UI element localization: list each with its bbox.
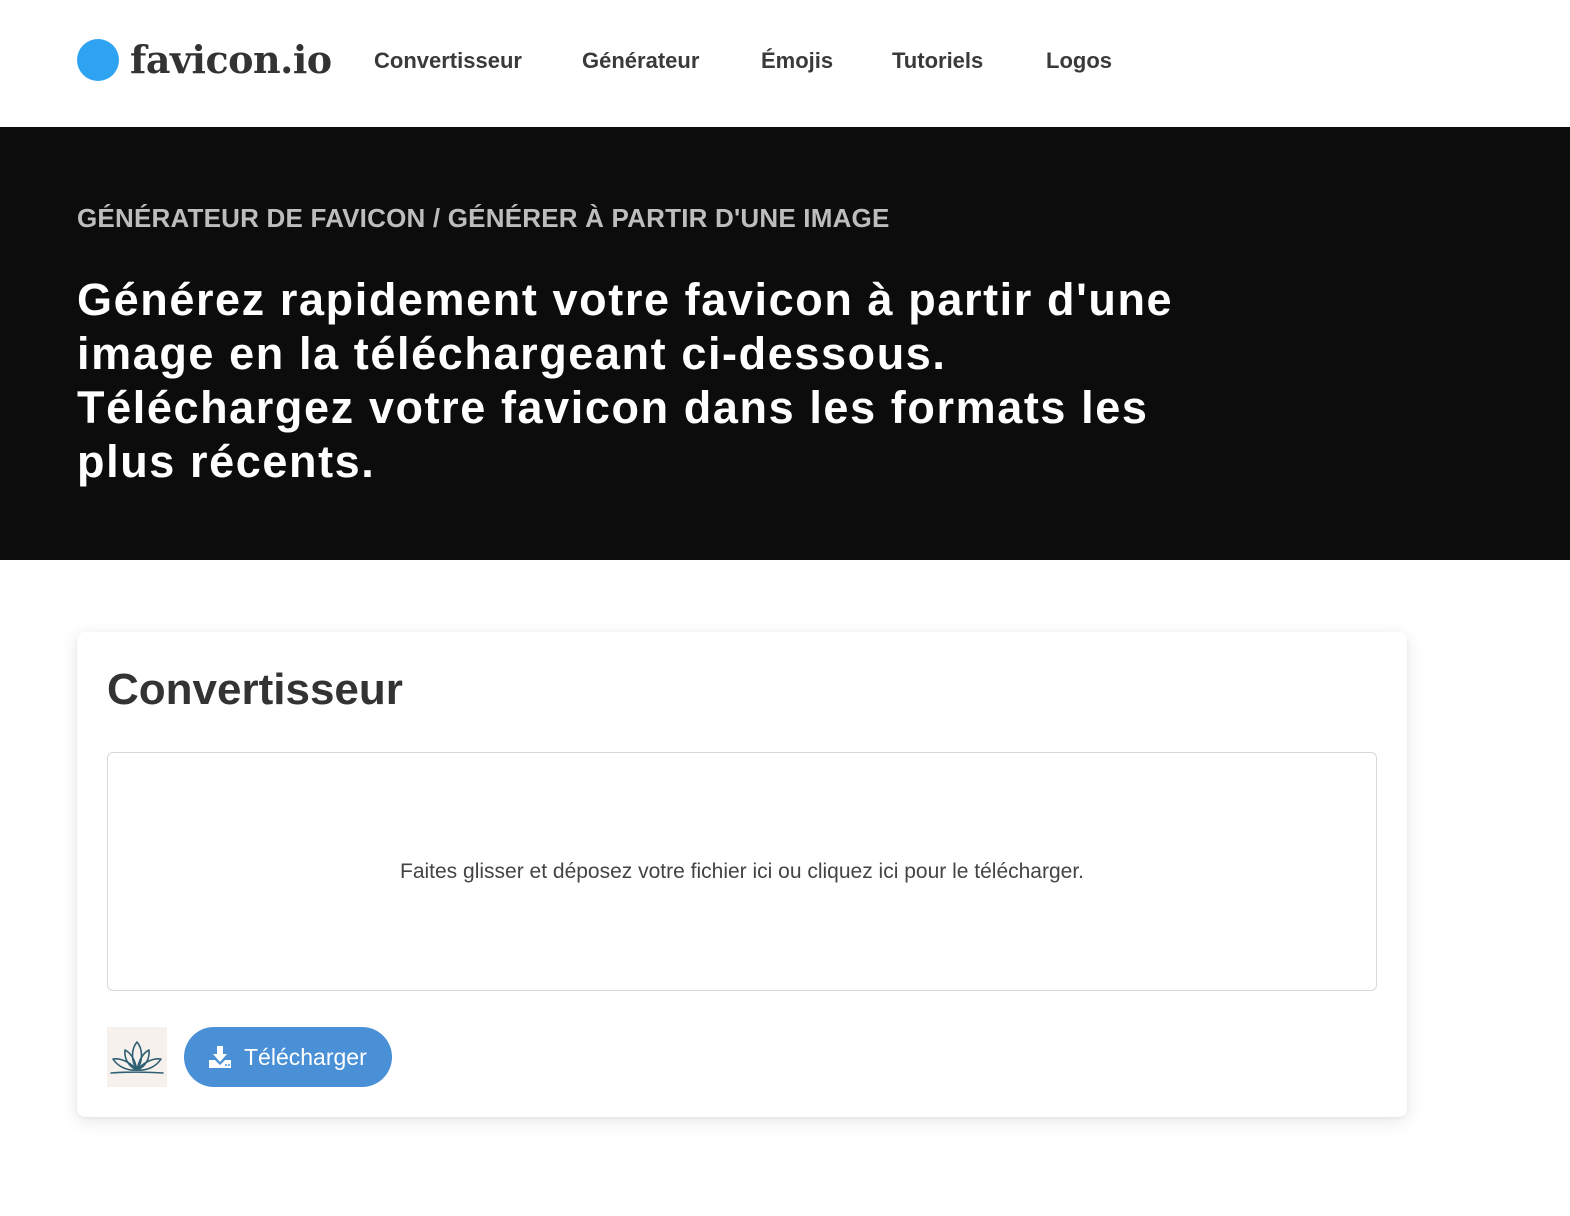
upload-button-label: Télécharger (244, 1044, 367, 1070)
nav-link-logos[interactable]: Logos (1046, 44, 1112, 78)
site-header: favicon.io Convertisseur Générateur Émoj… (0, 0, 1570, 127)
nav-link-tutoriels[interactable]: Tutoriels (892, 44, 983, 78)
lotus-icon (110, 1041, 164, 1074)
hero-heading: Générez rapidement votre favicon à parti… (77, 274, 1174, 487)
dropzone-instructions: Faites glisser et déposez votre fichier … (400, 860, 1084, 883)
upload-button[interactable]: Télécharger (184, 1027, 392, 1087)
converter-title: Convertisseur (107, 665, 403, 714)
nav-link-convertisseur[interactable]: Convertisseur (374, 44, 522, 78)
nav-link-emojis[interactable]: Émojis (761, 44, 833, 78)
uploaded-image-thumbnail (107, 1027, 167, 1087)
converter-card: Convertisseur Faites glisser et déposez … (77, 632, 1407, 1117)
download-icon (209, 1046, 231, 1068)
main-nav: Convertisseur Générateur Émojis Tutoriel… (0, 44, 1570, 78)
hero-banner: GÉNÉRATEUR DE FAVICON / GÉNÉRER À PARTIR… (0, 127, 1570, 560)
nav-link-generateur[interactable]: Générateur (582, 44, 699, 78)
breadcrumb: GÉNÉRATEUR DE FAVICON / GÉNÉRER À PARTIR… (77, 203, 890, 233)
file-dropzone[interactable]: Faites glisser et déposez votre fichier … (107, 752, 1377, 991)
